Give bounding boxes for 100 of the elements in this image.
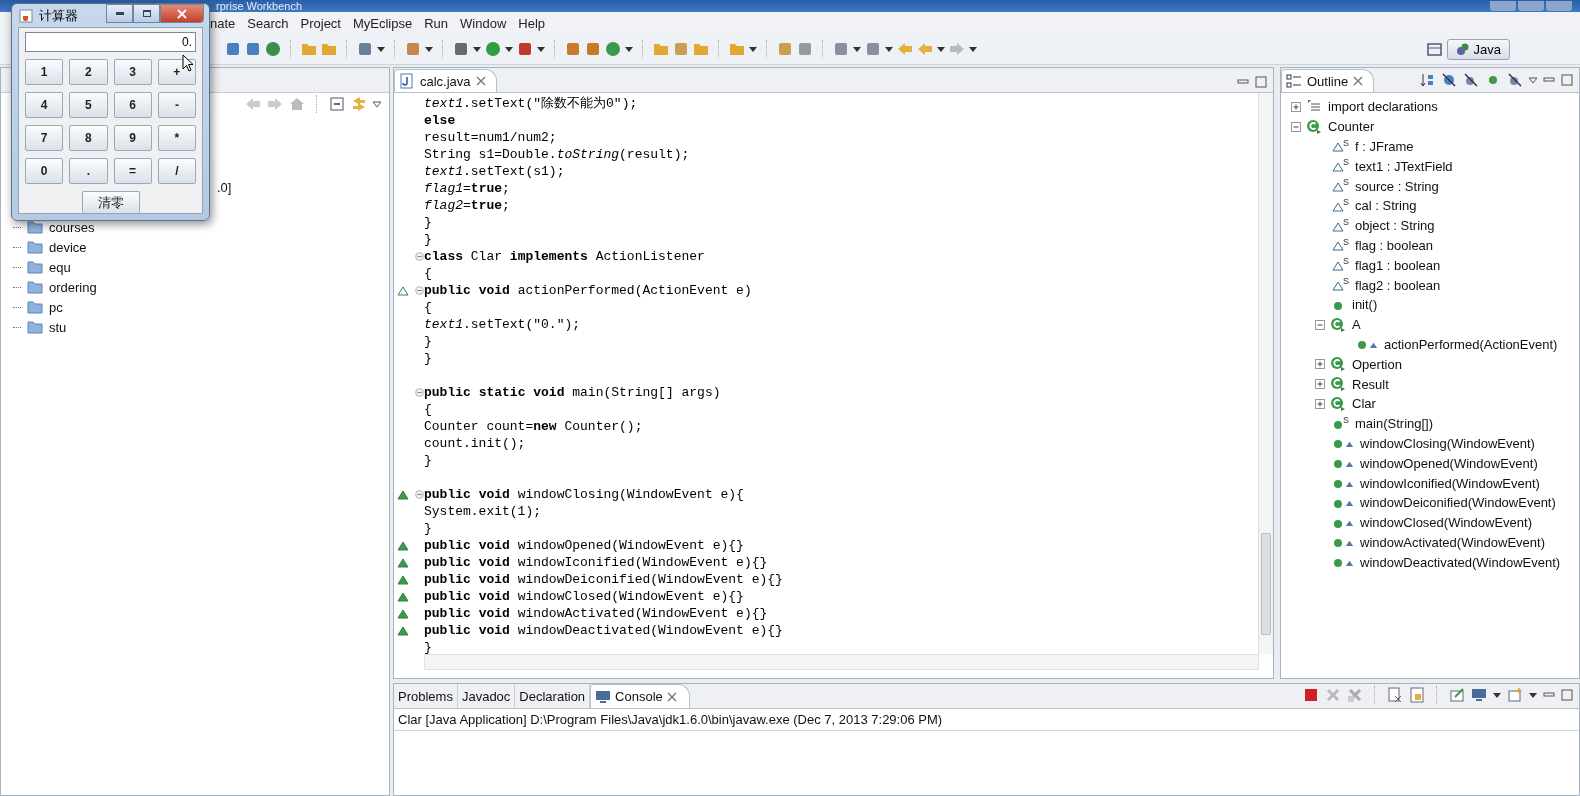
calculator-key[interactable]: 7: [25, 125, 64, 151]
vertical-scrollbar[interactable]: [1258, 93, 1273, 654]
outline-item[interactable]: cal : String: [1355, 198, 1417, 214]
caret-icon[interactable]: [537, 45, 545, 53]
calculator-key[interactable]: 5: [69, 92, 108, 118]
folder-icon[interactable]: [693, 41, 709, 57]
globe-icon[interactable]: [265, 41, 281, 57]
tree-item[interactable]: stu: [49, 319, 67, 335]
hide-fields-icon[interactable]: [1441, 72, 1457, 88]
menu-item[interactable]: Window: [460, 15, 507, 31]
open-perspective-icon[interactable]: [1426, 41, 1443, 57]
menu-item[interactable]: Search: [247, 15, 289, 31]
view-tab[interactable]: Javadoc: [457, 684, 516, 708]
calculator-key[interactable]: 8: [69, 125, 108, 151]
outline-item[interactable]: windowClosed(WindowEvent): [1360, 515, 1532, 531]
outline-item[interactable]: A: [1352, 317, 1361, 333]
outline-item[interactable]: import declarations: [1328, 99, 1438, 115]
close-button[interactable]: [160, 4, 204, 23]
sort-icon[interactable]: [1419, 72, 1435, 88]
tree-item[interactable]: ordering: [49, 279, 97, 295]
outline-item[interactable]: flag1 : boolean: [1355, 257, 1441, 273]
calculator-key[interactable]: 9: [113, 125, 152, 151]
outline-item[interactable]: windowActivated(WindowEvent): [1360, 534, 1545, 550]
folder-icon[interactable]: [301, 41, 317, 57]
folder-icon[interactable]: [321, 41, 337, 57]
outline-item[interactable]: f : JFrame: [1355, 139, 1414, 154]
scroll-lock-icon[interactable]: [1409, 687, 1425, 703]
calculator-key[interactable]: 2: [69, 59, 108, 85]
caret-icon[interactable]: [853, 45, 861, 53]
outline-item[interactable]: object : String: [1355, 218, 1435, 234]
outline-item[interactable]: windowDeiconified(WindowEvent): [1360, 495, 1556, 511]
outline-item[interactable]: windowDeactivated(WindowEvent): [1360, 554, 1561, 570]
expand-toggle-icon[interactable]: [1315, 379, 1325, 390]
collapse-all-icon[interactable]: [329, 96, 345, 112]
close-icon[interactable]: [1353, 76, 1364, 86]
display-console-icon[interactable]: [1471, 687, 1487, 703]
fold-toggle-icon[interactable]: [415, 252, 424, 261]
hide-local-types-icon[interactable]: [1507, 72, 1523, 88]
calculator-key[interactable]: 6: [113, 92, 152, 118]
new-console-icon[interactable]: [1507, 687, 1523, 703]
hide-static-icon[interactable]: [1463, 72, 1479, 88]
caret-icon[interactable]: [625, 45, 633, 53]
menu-item[interactable]: Help: [518, 15, 546, 31]
outline-item[interactable]: Result: [1352, 376, 1389, 392]
tree-item[interactable]: pc: [49, 299, 63, 315]
editor-tab[interactable]: calc.java: [394, 69, 497, 92]
outline-item[interactable]: main(String[]): [1355, 416, 1434, 432]
stop-icon[interactable]: [1303, 687, 1319, 703]
menu-item[interactable]: MyEclipse: [353, 15, 413, 31]
calculator-key[interactable]: 3: [113, 59, 152, 85]
maximize-button[interactable]: [133, 4, 160, 23]
collapse-toggle-icon[interactable]: [1291, 121, 1301, 132]
calculator-key[interactable]: 1: [25, 59, 64, 85]
horizontal-scrollbar[interactable]: [424, 654, 1259, 670]
maximize-icon[interactable]: [1561, 74, 1573, 86]
stop-icon[interactable]: [517, 41, 533, 57]
home-icon[interactable]: [289, 96, 305, 112]
outline-item[interactable]: flag2 : boolean: [1355, 277, 1441, 293]
pin-icon[interactable]: [1449, 687, 1465, 703]
tree-item[interactable]: device: [49, 239, 87, 255]
caret-icon[interactable]: [749, 45, 757, 53]
outline-item[interactable]: flag : boolean: [1355, 237, 1434, 253]
calculator-key[interactable]: =: [113, 158, 152, 184]
menu-item[interactable]: nate: [210, 15, 236, 31]
outline-item[interactable]: windowIconified(WindowEvent): [1360, 475, 1540, 491]
tree-item[interactable]: equ: [49, 259, 71, 275]
menu-item[interactable]: Run: [424, 15, 449, 31]
outline-item[interactable]: Opertion: [1352, 356, 1402, 372]
caret-icon[interactable]: [425, 45, 433, 53]
view-tab[interactable]: Console: [590, 684, 690, 708]
caret-icon[interactable]: [937, 45, 945, 53]
calculator-key[interactable]: *: [157, 125, 196, 151]
outline-item[interactable]: source : String: [1355, 178, 1439, 194]
caret-icon[interactable]: [885, 45, 893, 53]
outline-item[interactable]: windowClosing(WindowEvent): [1360, 435, 1535, 451]
calculator-key[interactable]: 0: [25, 158, 64, 184]
fold-toggle-icon[interactable]: [415, 286, 424, 295]
expand-toggle-icon[interactable]: [1291, 101, 1301, 112]
outline-item[interactable]: init(): [1352, 297, 1378, 313]
calculator-key[interactable]: -: [157, 92, 196, 118]
maximize-icon[interactable]: [1255, 76, 1267, 88]
maximize-icon[interactable]: [1561, 689, 1573, 701]
caret-icon[interactable]: [377, 45, 385, 53]
calculator-key[interactable]: 4: [25, 92, 64, 118]
close-icon[interactable]: [666, 691, 677, 702]
fold-toggle-icon[interactable]: [415, 490, 424, 499]
caret-icon[interactable]: [1529, 691, 1537, 699]
outline-tab[interactable]: Outline: [1281, 69, 1375, 92]
outline-item[interactable]: windowOpened(WindowEvent): [1360, 455, 1538, 471]
expand-toggle-icon[interactable]: [1315, 398, 1325, 409]
fold-toggle-icon[interactable]: [415, 388, 424, 397]
outline-item[interactable]: Clar: [1352, 396, 1376, 412]
caret-icon[interactable]: [505, 45, 513, 53]
calculator-key[interactable]: /: [157, 158, 196, 184]
view-menu-icon[interactable]: [1529, 76, 1537, 84]
perspective-button[interactable]: Java: [1446, 38, 1510, 60]
outline-item[interactable]: actionPerformed(ActionEvent): [1384, 336, 1558, 352]
caret-icon[interactable]: [969, 45, 977, 53]
calculator-key[interactable]: .: [69, 158, 108, 184]
calculator-key[interactable]: +: [157, 59, 196, 85]
